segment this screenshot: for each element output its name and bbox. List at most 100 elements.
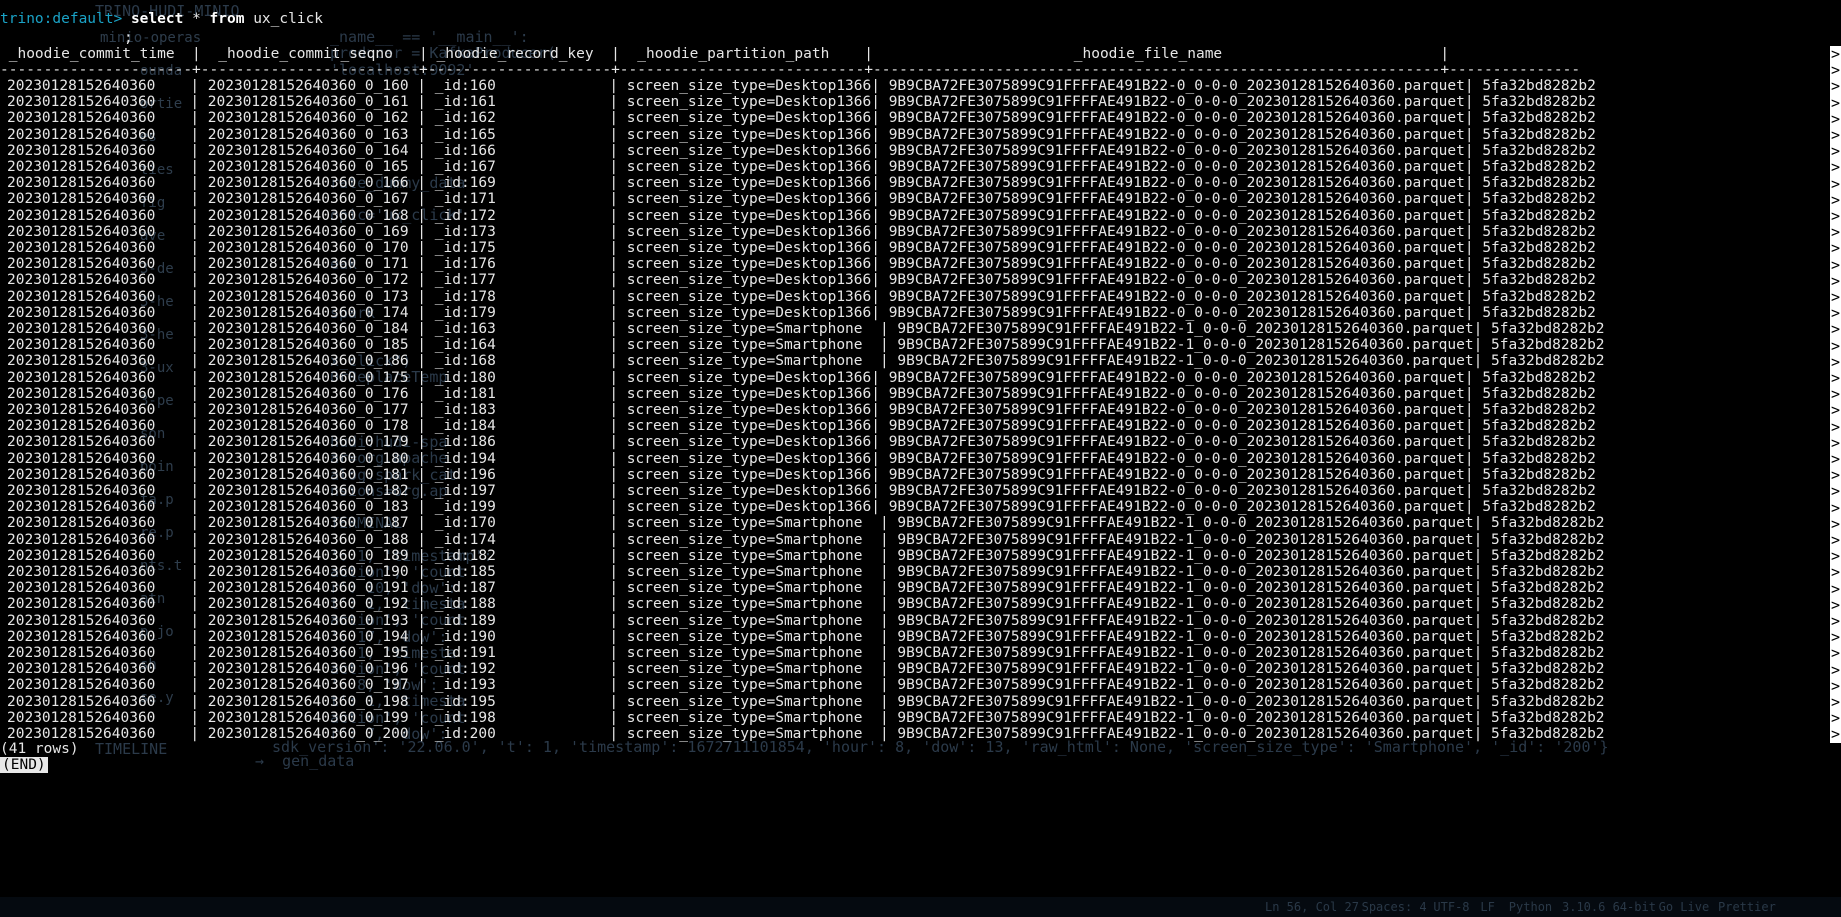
overflow-marker: > [1830, 352, 1841, 371]
row-text: 20230128152640360 | 20230128152640360_0_… [7, 402, 1596, 418]
table-row: 20230128152640360 | 20230128152640360_0_… [7, 451, 1596, 467]
row-text: 20230128152640360 | 20230128152640360_0_… [7, 304, 1596, 321]
row-text: 20230128152640360 | 20230128152640360_0_… [7, 272, 1596, 289]
overflow-marker: > [1830, 190, 1841, 209]
row-text: 20230128152640360 | 20230128152640360_0_… [7, 337, 1605, 354]
overflow-marker: > [1830, 433, 1841, 452]
table-row: 20230128152640360 | 20230128152640360_0_… [7, 289, 1596, 305]
overflow-marker: > [1830, 61, 1841, 80]
overflow-marker: > [1830, 93, 1841, 112]
overflow-marker: > [1830, 142, 1841, 161]
table-row: 20230128152640360 | 20230128152640360_0_… [7, 645, 1605, 661]
overflow-marker: > [1830, 336, 1841, 355]
table-row: 20230128152640360 | 20230128152640360_0_… [7, 694, 1605, 710]
row-text: 20230128152640360 | 20230128152640360_0_… [7, 418, 1596, 435]
overflow-marker: > [1830, 126, 1841, 144]
row-text: 20230128152640360 | 20230128152640360_0_… [7, 110, 1596, 127]
table-row: 20230128152640360 | 20230128152640360_0_… [7, 418, 1596, 434]
table-row: 20230128152640360 | 20230128152640360_0_… [7, 191, 1596, 207]
query-line: trino:default> select * from ux_click [0, 11, 323, 27]
row-text: 20230128152640360 | 20230128152640360_0_… [7, 547, 1605, 564]
row-text: 20230128152640360 | 20230128152640360_0_… [7, 256, 1596, 273]
overflow-markers: > > > > > > > > > > > > > > > > > > > > > > > > > > > > > > > > > > > > > > > >… [1829, 0, 1841, 822]
table-row: 20230128152640360 | 20230128152640360_0_… [7, 483, 1596, 499]
row-text: 20230128152640360 | 20230128152640360_0_… [7, 78, 1596, 94]
overflow-marker: > [1830, 174, 1841, 193]
row-text: 20230128152640360 | 20230128152640360_0_… [7, 175, 1596, 192]
table-separator: ----------------------+-----------------… [0, 62, 1580, 78]
overflow-marker: > [1830, 369, 1841, 387]
row-text: 20230128152640360 | 20230128152640360_0_… [7, 159, 1596, 175]
overflow-marker: > [1830, 109, 1841, 128]
table-row: 20230128152640360 | 20230128152640360_0_… [7, 613, 1605, 629]
overflow-marker: > [1830, 725, 1841, 744]
overflow-marker: > [1830, 288, 1841, 306]
table-row: 20230128152640360 | 20230128152640360_0_… [7, 386, 1596, 402]
row-text: 20230128152640360 | 20230128152640360_0_… [7, 223, 1596, 240]
overflow-marker: > [1830, 595, 1841, 614]
prompt-tag: trino:default> [0, 11, 123, 27]
row-text: 20230128152640360 | 20230128152640360_0_… [7, 191, 1596, 208]
table-row: 20230128152640360 | 20230128152640360_0_… [7, 629, 1605, 645]
row-text: 20230128152640360 | 20230128152640360_0_… [7, 661, 1605, 678]
row-text: 20230128152640360 | 20230128152640360_0_… [7, 353, 1605, 370]
table-row: 20230128152640360 | 20230128152640360_0_… [7, 353, 1605, 369]
overflow-marker: > [1830, 239, 1841, 258]
overflow-marker: > [1830, 304, 1841, 323]
table-row: 20230128152640360 | 20230128152640360_0_… [7, 467, 1596, 483]
row-text: 20230128152640360 | 20230128152640360_0_… [7, 240, 1596, 256]
table-row: 20230128152640360 | 20230128152640360_0_… [7, 726, 1605, 742]
overflow-marker: > [1830, 320, 1841, 339]
overflow-marker: > [1830, 563, 1841, 582]
overflow-marker: > [1830, 223, 1841, 242]
overflow-marker: > [1830, 644, 1841, 663]
table-row: 20230128152640360 | 20230128152640360_0_… [7, 256, 1596, 272]
table-row: 20230128152640360 | 20230128152640360_0_… [7, 159, 1596, 175]
overflow-marker: > [1830, 466, 1841, 485]
table-row: 20230128152640360 | 20230128152640360_0_… [7, 321, 1605, 337]
overflow-marker: > [1830, 514, 1841, 533]
row-text: 20230128152640360 | 20230128152640360_0_… [7, 645, 1605, 661]
query-rest: * [192, 11, 210, 27]
table-row: 20230128152640360 | 20230128152640360_0_… [7, 240, 1596, 256]
table-row: 20230128152640360 | 20230128152640360_0_… [7, 548, 1605, 564]
overflow-marker: > [1830, 498, 1841, 517]
keyword-select: select [130, 11, 184, 27]
table-row: 20230128152640360 | 20230128152640360_0_… [7, 515, 1605, 531]
terminal-pager[interactable]: trino:default> select * from ux_click ; … [0, 0, 1841, 917]
overflow-marker: > [1830, 45, 1841, 63]
overflow-marker: > [1830, 482, 1841, 501]
header-text: _hoodie_commit_time | _hoodie_commit_seq… [0, 45, 1450, 62]
overflow-marker: > [1830, 676, 1841, 695]
overflow-marker: > [1830, 158, 1841, 177]
table-row: 20230128152640360 | 20230128152640360_0_… [7, 337, 1605, 353]
table-row: 20230128152640360 | 20230128152640360_0_… [7, 402, 1596, 418]
table-row: 20230128152640360 | 20230128152640360_0_… [7, 661, 1605, 677]
row-text: 20230128152640360 | 20230128152640360_0_… [7, 515, 1605, 532]
table-row: 20230128152640360 | 20230128152640360_0_… [7, 596, 1605, 612]
table-row: 20230128152640360 | 20230128152640360_0_… [7, 127, 1596, 143]
overflow-marker: > [1830, 579, 1841, 598]
query-terminator: ; [124, 30, 133, 46]
overflow-marker: > [1830, 417, 1841, 436]
row-text: 20230128152640360 | 20230128152640360_0_… [7, 142, 1596, 159]
row-text: 20230128152640360 | 20230128152640360_0_… [7, 693, 1605, 710]
row-text: 20230128152640360 | 20230128152640360_0_… [7, 531, 1605, 548]
overflow-marker: > [1830, 531, 1841, 549]
row-text: 20230128152640360 | 20230128152640360_0_… [7, 726, 1605, 742]
table-row: 20230128152640360 | 20230128152640360_0_… [7, 499, 1596, 515]
row-text: 20230128152640360 | 20230128152640360_0_… [7, 207, 1596, 224]
table-row: 20230128152640360 | 20230128152640360_0_… [7, 272, 1596, 288]
table-row: 20230128152640360 | 20230128152640360_0_… [7, 110, 1596, 126]
row-text: 20230128152640360 | 20230128152640360_0_… [7, 434, 1596, 451]
row-text: 20230128152640360 | 20230128152640360_0_… [7, 596, 1605, 613]
table-row: 20230128152640360 | 20230128152640360_0_… [7, 580, 1605, 596]
overflow-marker: > [1830, 450, 1841, 468]
overflow-marker: > [1830, 401, 1841, 420]
row-text: 20230128152640360 | 20230128152640360_0_… [7, 612, 1605, 629]
table-row: 20230128152640360 | 20230128152640360_0_… [7, 175, 1596, 191]
end-indicator: (END) [0, 757, 48, 774]
overflow-marker: > [1830, 77, 1841, 96]
table-row: 20230128152640360 | 20230128152640360_0_… [7, 224, 1596, 240]
overflow-marker: > [1830, 385, 1841, 404]
